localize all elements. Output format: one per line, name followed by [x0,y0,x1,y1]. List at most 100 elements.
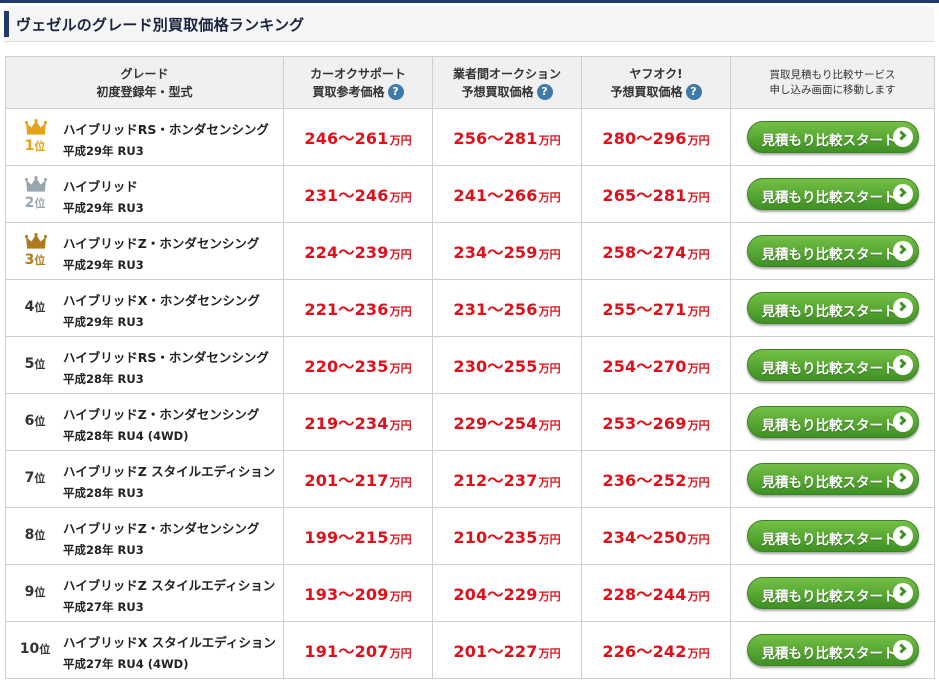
price-range: 246〜261 [304,129,389,148]
price-carooku-support: 201〜217万円 [283,450,433,508]
grade-info: ハイブリッドZ・ホンダセンシング 平成28年 RU4 (4WD) [63,404,259,444]
header-carooku-label: カーオクサポート [310,66,406,81]
price-unit: 万円 [687,134,710,147]
rank-suffix: 位 [34,529,46,542]
button-cell: 見積もり比較スタート [730,450,935,508]
price-unit: 万円 [538,533,561,546]
estimate-compare-start-button[interactable]: 見積もり比較スタート [746,292,919,324]
button-cell: 見積もり比較スタート [730,393,935,451]
header-carooku-support: カーオクサポート 買取参考価格? [283,56,433,109]
header-dealer-auction-label: 業者間オークション [452,66,561,81]
price-unit: 万円 [538,647,561,660]
estimate-button-label: 見積もり比較スタート [761,646,897,662]
estimate-compare-start-button[interactable]: 見積もり比較スタート [746,634,919,666]
rank-indicator: 4位 [14,280,56,336]
arrow-right-icon [892,412,913,432]
estimate-compare-start-button[interactable]: 見積もり比較スタート [746,520,919,552]
rank-number: 7 [24,470,35,486]
estimate-compare-start-button[interactable]: 見積もり比較スタート [746,406,919,438]
button-cell: 見積もり比較スタート [730,564,935,622]
price-range: 234〜259 [453,243,538,262]
grade-info: ハイブリッドZ スタイルエディション 平成27年 RU3 [63,575,275,615]
price-unit: 万円 [538,248,561,261]
estimate-compare-start-button[interactable]: 見積もり比較スタート [746,577,919,609]
header-grade-label: グレード [120,66,169,81]
rank-suffix: 位 [34,254,46,267]
grade-info: ハイブリッドX・ホンダセンシング 平成29年 RU3 [63,290,260,330]
price-range: 191〜207 [304,642,389,661]
price-unit: 万円 [538,362,561,375]
rank-indicator: 8位 [14,508,56,564]
rank-badge: 6位 [14,413,56,429]
price-unit: 万円 [687,419,710,432]
question-mark-icon[interactable]: ? [685,84,702,100]
estimate-button-label: 見積もり比較スタート [761,475,897,491]
arrow-right-icon [892,355,913,375]
price-unit: 万円 [389,362,412,375]
estimate-compare-start-button[interactable]: 見積もり比較スタート [746,235,919,267]
rank-suffix: 位 [34,197,46,210]
price-unit: 万円 [389,533,412,546]
price-unit: 万円 [538,476,561,489]
estimate-button-label: 見積もり比較スタート [761,133,897,149]
price-unit: 万円 [389,476,412,489]
button-cell: 見積もり比較スタート [730,165,935,223]
rank-indicator: 5位 [14,337,56,393]
rank-number: 3 [24,252,35,268]
estimate-compare-start-button[interactable]: 見積もり比較スタート [746,121,919,153]
question-mark-icon[interactable]: ? [536,84,553,100]
price-unit: 万円 [389,647,412,660]
grade-year-model: 平成28年 RU3 [63,372,144,386]
arrow-right-icon [892,469,913,489]
price-unit: 万円 [687,362,710,375]
grade-name: ハイブリッドZ スタイルエディション [63,578,276,593]
table-row: 3位 ハイブリッドZ・ホンダセンシング 平成29年 RU3 224〜239万円 234〜… [5,222,935,280]
rank-suffix: 位 [34,358,46,371]
estimate-compare-start-button[interactable]: 見積もり比較スタート [746,178,919,210]
grade-year-model: 平成27年 RU3 [63,600,144,614]
price-unit: 万円 [538,305,561,318]
rank-suffix: 位 [34,586,46,599]
price-unit: 万円 [389,191,412,204]
grade-info: ハイブリッドZ・ホンダセンシング 平成29年 RU3 [63,233,259,273]
price-range: 280〜296 [602,129,687,148]
price-dealer-auction: 230〜255万円 [432,336,582,394]
arrow-right-icon [892,184,913,204]
estimate-compare-start-button[interactable]: 見積もり比較スタート [746,349,919,381]
rank-suffix: 位 [34,472,46,485]
title-bar: ヴェゼルのグレード別買取価格ランキング [4,7,934,42]
price-carooku-support: 191〜207万円 [283,621,433,679]
question-mark-icon[interactable]: ? [387,84,404,100]
button-cell: 見積もり比較スタート [730,507,935,565]
grade-name: ハイブリッドRS・ホンダセンシング [63,122,269,137]
rank-badge: 2位 [14,195,56,211]
table-row: 8位 ハイブリッドZ・ホンダセンシング 平成28年 RU3 199〜215万円 210〜… [5,507,935,565]
crown-icon [25,119,47,135]
rank-indicator: 1位 [14,109,56,165]
estimate-compare-start-button[interactable]: 見積もり比較スタート [746,463,919,495]
estimate-button-label: 見積もり比較スタート [761,418,897,434]
price-unit: 万円 [538,134,561,147]
rank-suffix: 位 [34,415,46,428]
price-unit: 万円 [538,590,561,603]
arrow-right-icon [892,241,913,261]
grade-year-model: 平成28年 RU3 [63,543,144,557]
price-dealer-auction: 201〜227万円 [432,621,582,679]
header-yahoo-auction-label: ヤフオク! [629,66,683,81]
grade-year-model: 平成28年 RU3 [63,486,144,500]
price-carooku-support: 219〜234万円 [283,393,433,451]
grade-year-model: 平成29年 RU3 [63,201,144,215]
rank-indicator: 3位 [14,223,56,279]
price-range: 258〜274 [602,243,687,262]
header-comparison-service-sublabel: 申し込み画面に移動します [769,83,896,96]
top-accent-line [0,0,939,3]
rank-suffix: 位 [34,140,46,153]
grade-cell: 5位 ハイブリッドRS・ホンダセンシング 平成28年 RU3 [5,336,284,394]
estimate-button-label: 見積もり比較スタート [761,190,897,206]
arrow-right-icon [892,640,913,660]
price-unit: 万円 [389,590,412,603]
crown-icon [25,176,47,192]
arrow-right-icon [892,298,913,318]
grade-year-model: 平成28年 RU4 (4WD) [63,429,189,443]
grade-info: ハイブリッドZ・ホンダセンシング 平成28年 RU3 [63,518,259,558]
